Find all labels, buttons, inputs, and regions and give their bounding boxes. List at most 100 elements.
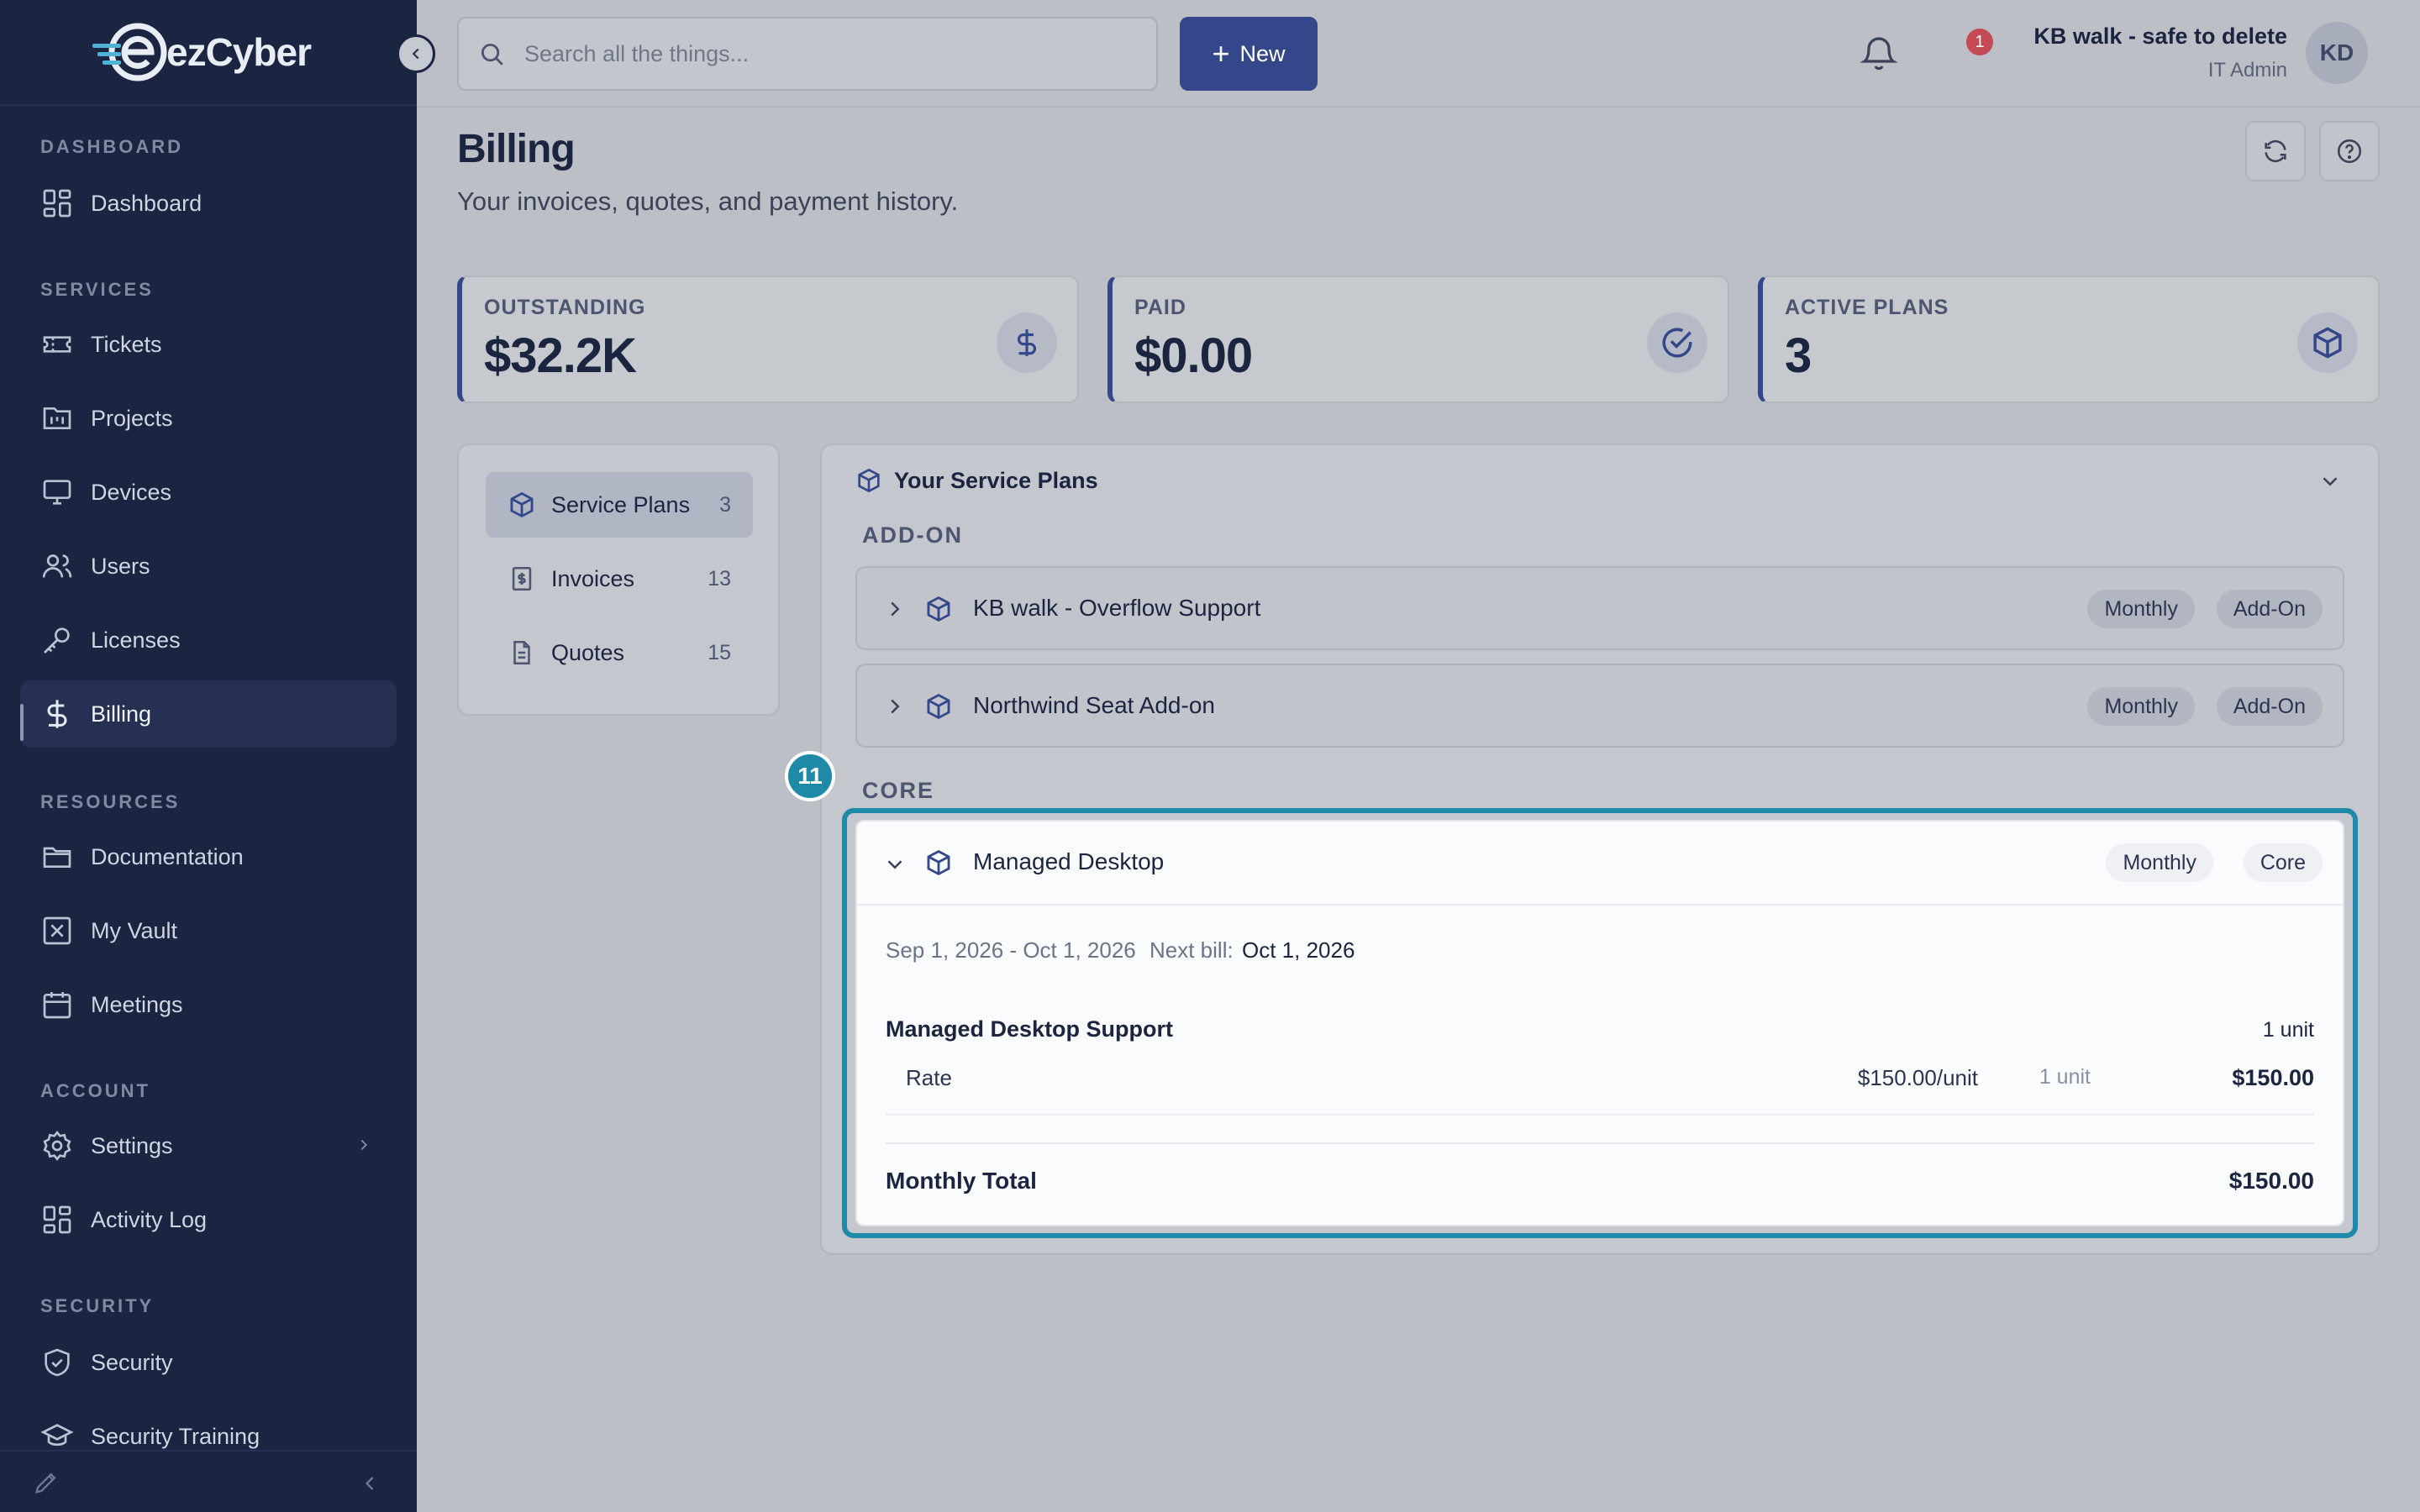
subnav-item-quotes[interactable]: Quotes 15 — [486, 620, 753, 685]
grid-icon — [43, 1205, 71, 1234]
shield-icon — [45, 1348, 70, 1377]
sidebar-collapse-button[interactable] — [397, 34, 435, 73]
sidebar-item-activity-log[interactable]: Activity Log — [20, 1186, 397, 1253]
logo-bar: ezCyber — [0, 0, 417, 106]
plan-card-header[interactable]: Managed Desktop Monthly Core — [857, 822, 2343, 906]
sidebar-item-label: Billing — [91, 701, 152, 727]
collapse-left-icon[interactable] — [358, 1472, 381, 1495]
plan-name: Northwind Seat Add-on — [973, 692, 1215, 718]
sidebar-item-vault[interactable]: My Vault — [20, 897, 397, 964]
sidebar-item-settings[interactable]: Settings — [20, 1112, 397, 1179]
refresh-button[interactable] — [2245, 121, 2306, 181]
sidebar-item-label: Documentation — [91, 843, 244, 869]
sidebar-item-label: Users — [91, 553, 150, 579]
users-icon — [42, 554, 72, 578]
subnav-count: 15 — [708, 640, 731, 664]
sidebar-item-label: Devices — [91, 479, 172, 505]
box-icon — [927, 596, 950, 622]
box-icon — [2297, 312, 2358, 373]
plan-row-addon[interactable]: KB walk - Overflow Support Monthly Add-O… — [855, 566, 2344, 650]
sidebar-item-licenses[interactable]: Licenses — [20, 606, 397, 674]
section-label-security: SECURITY — [40, 1295, 155, 1316]
sidebar-item-label: Projects — [91, 405, 173, 431]
plan-name: KB walk - Overflow Support — [973, 595, 1261, 621]
stat-card-outstanding: OUTSTANDING $32.2K — [457, 276, 1079, 403]
search-input[interactable] — [524, 40, 1113, 67]
projects-icon — [43, 407, 71, 429]
chevron-down-icon[interactable] — [2317, 469, 2343, 494]
subnav-label: Service Plans — [551, 491, 691, 517]
help-button[interactable] — [2319, 121, 2380, 181]
chevron-down-icon — [887, 860, 902, 869]
stat-card-paid: PAID $0.00 — [1107, 276, 1729, 403]
billing-subnav: Service Plans 3 Invoices 13 Quotes 15 — [457, 444, 780, 716]
avatar[interactable]: KD — [2306, 22, 2368, 84]
stat-card-active-plans: ACTIVE PLANS 3 — [1758, 276, 2380, 403]
service-plans-header[interactable]: Your Service Plans — [855, 467, 1098, 494]
refresh-icon — [2265, 139, 2286, 163]
next-bill-date: Oct 1, 2026 — [1242, 937, 1355, 963]
sidebar-item-documentation[interactable]: Documentation — [20, 823, 397, 890]
calendar-icon — [43, 992, 71, 1019]
sidebar-item-label: Dashboard — [91, 190, 203, 216]
sidebar-item-label: My Vault — [91, 917, 178, 943]
logo[interactable]: ezCyber — [91, 20, 312, 84]
service-plans-title: Your Service Plans — [894, 467, 1098, 493]
sidebar-item-meetings[interactable]: Meetings — [20, 971, 397, 1038]
sidebar-item-security[interactable]: Security — [20, 1329, 397, 1396]
section-label-resources: RESOURCES — [40, 791, 181, 812]
top-bar: + New — [417, 0, 2420, 108]
monthly-total-value: $150.00 — [2228, 1168, 2314, 1194]
plan-tag-frequency: Monthly — [2106, 843, 2213, 882]
divider — [886, 1142, 2314, 1144]
stat-label: OUTSTANDING — [484, 296, 646, 319]
section-label-services: SERVICES — [40, 279, 154, 300]
box-icon — [927, 693, 950, 720]
box-icon — [510, 491, 534, 518]
bell-icon[interactable] — [1859, 32, 1899, 72]
grid-icon — [43, 189, 71, 218]
plan-tag-frequency: Monthly — [2087, 590, 2195, 628]
dollar-icon — [47, 700, 67, 728]
search-icon — [481, 43, 503, 66]
plan-row-addon[interactable]: Northwind Seat Add-on Monthly Add-On — [855, 664, 2344, 748]
sidebar-item-label: Licenses — [91, 627, 181, 653]
sidebar-item-users[interactable]: Users — [20, 533, 397, 600]
rate-units: 1 unit — [2039, 1065, 2091, 1089]
key-icon — [44, 627, 70, 654]
sidebar-item-devices[interactable]: Devices — [20, 459, 397, 526]
document-icon — [513, 640, 530, 665]
help-circle-icon — [2337, 139, 2362, 164]
subnav-label: Invoices — [551, 565, 635, 591]
chevron-right-icon — [891, 601, 900, 617]
box-icon — [858, 468, 880, 493]
plus-icon: + — [1212, 36, 1230, 71]
subnav-item-invoices[interactable]: Invoices 13 — [486, 546, 753, 612]
sidebar-item-dashboard[interactable]: Dashboard — [20, 170, 397, 237]
plan-tag-type: Core — [2243, 843, 2323, 882]
sidebar-item-tickets[interactable]: Tickets — [20, 311, 397, 378]
box-icon — [927, 849, 950, 876]
active-indicator — [20, 704, 24, 741]
chevron-right-icon — [360, 1139, 368, 1151]
line-item-name: Managed Desktop Support — [886, 1016, 1174, 1042]
divider — [886, 1114, 2314, 1116]
search-box[interactable] — [457, 17, 1158, 91]
sidebar-item-label: Tickets — [91, 331, 162, 357]
stat-value: $32.2K — [484, 328, 637, 383]
sidebar-item-projects[interactable]: Projects — [20, 385, 397, 452]
plan-tag-frequency: Monthly — [2087, 687, 2195, 726]
dollar-icon — [997, 312, 1057, 373]
subnav-item-service-plans[interactable]: Service Plans 3 — [486, 472, 753, 538]
check-circle-icon — [1647, 312, 1707, 373]
folder-icon — [43, 847, 71, 868]
new-button[interactable]: + New — [1180, 17, 1318, 91]
chevron-left-icon — [412, 48, 419, 60]
vault-icon — [43, 916, 71, 945]
pencil-icon[interactable] — [32, 1468, 60, 1497]
page-title: Billing — [457, 127, 576, 171]
plan-tag-type: Add-On — [2216, 687, 2323, 726]
sidebar-item-billing[interactable]: Billing — [20, 680, 397, 748]
stat-value: 3 — [1785, 328, 1812, 383]
line-item-units: 1 unit — [2262, 1018, 2314, 1042]
